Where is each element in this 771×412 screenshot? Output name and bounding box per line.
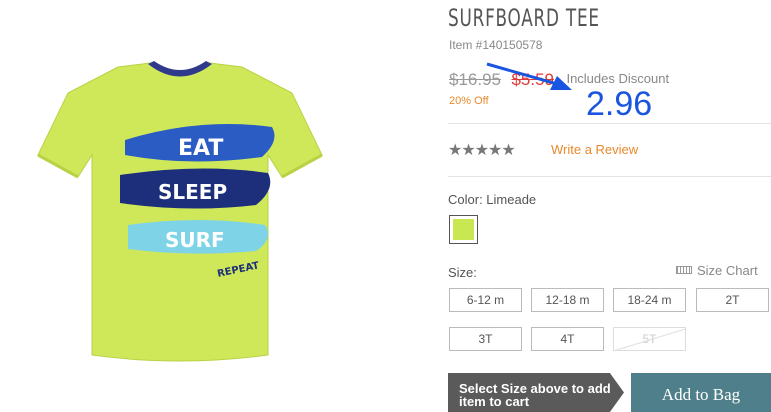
divider: [448, 176, 771, 177]
product-title: SURFBOARD TEE: [448, 4, 600, 32]
image-text-sleep: SLEEP: [158, 180, 227, 204]
select-size-note: Select Size above to add item to cart: [448, 373, 624, 412]
size-option-18-24m[interactable]: 18-24 m: [613, 288, 686, 312]
surfboard-sleep: SLEEP: [120, 168, 271, 209]
percent-off: 20% Off: [449, 95, 489, 107]
product-image: EAT SLEEP SURF REPEAT: [37, 61, 323, 362]
divider: [448, 123, 771, 124]
size-chart-link[interactable]: Size Chart: [676, 263, 758, 278]
color-label: Color: Limeade: [448, 192, 537, 207]
annotation-number: 2.96: [586, 85, 653, 123]
size-option-2t[interactable]: 2T: [696, 288, 769, 312]
includes-discount: Includes Discount: [566, 71, 670, 86]
item-number: Item #140150578: [449, 38, 543, 52]
size-label: Size:: [448, 265, 477, 280]
write-review-link[interactable]: Write a Review: [551, 142, 638, 157]
size-option-5t-unavailable: 5T: [613, 327, 686, 351]
size-option-3t[interactable]: 3T: [449, 327, 522, 351]
tshirt-body: [37, 62, 323, 362]
color-swatch-limeade[interactable]: [449, 215, 478, 244]
price-sale: $5.59: [511, 70, 554, 89]
size-option-6-12m[interactable]: 6-12 m: [449, 288, 522, 312]
image-text-surf: SURF: [165, 228, 225, 252]
ruler-icon: [676, 266, 692, 274]
size-option-12-18m[interactable]: 12-18 m: [531, 288, 604, 312]
size-option-4t[interactable]: 4T: [531, 327, 604, 351]
swatch-fill: [453, 219, 474, 240]
size-chart-label: Size Chart: [697, 263, 758, 278]
rating-stars-icon: ★★★★★: [448, 142, 516, 159]
surfboard-surf: SURF: [128, 220, 268, 254]
price-original: $16.95: [449, 70, 501, 89]
add-to-bag-button[interactable]: Add to Bag: [631, 373, 771, 412]
image-text-eat: EAT: [178, 136, 223, 161]
